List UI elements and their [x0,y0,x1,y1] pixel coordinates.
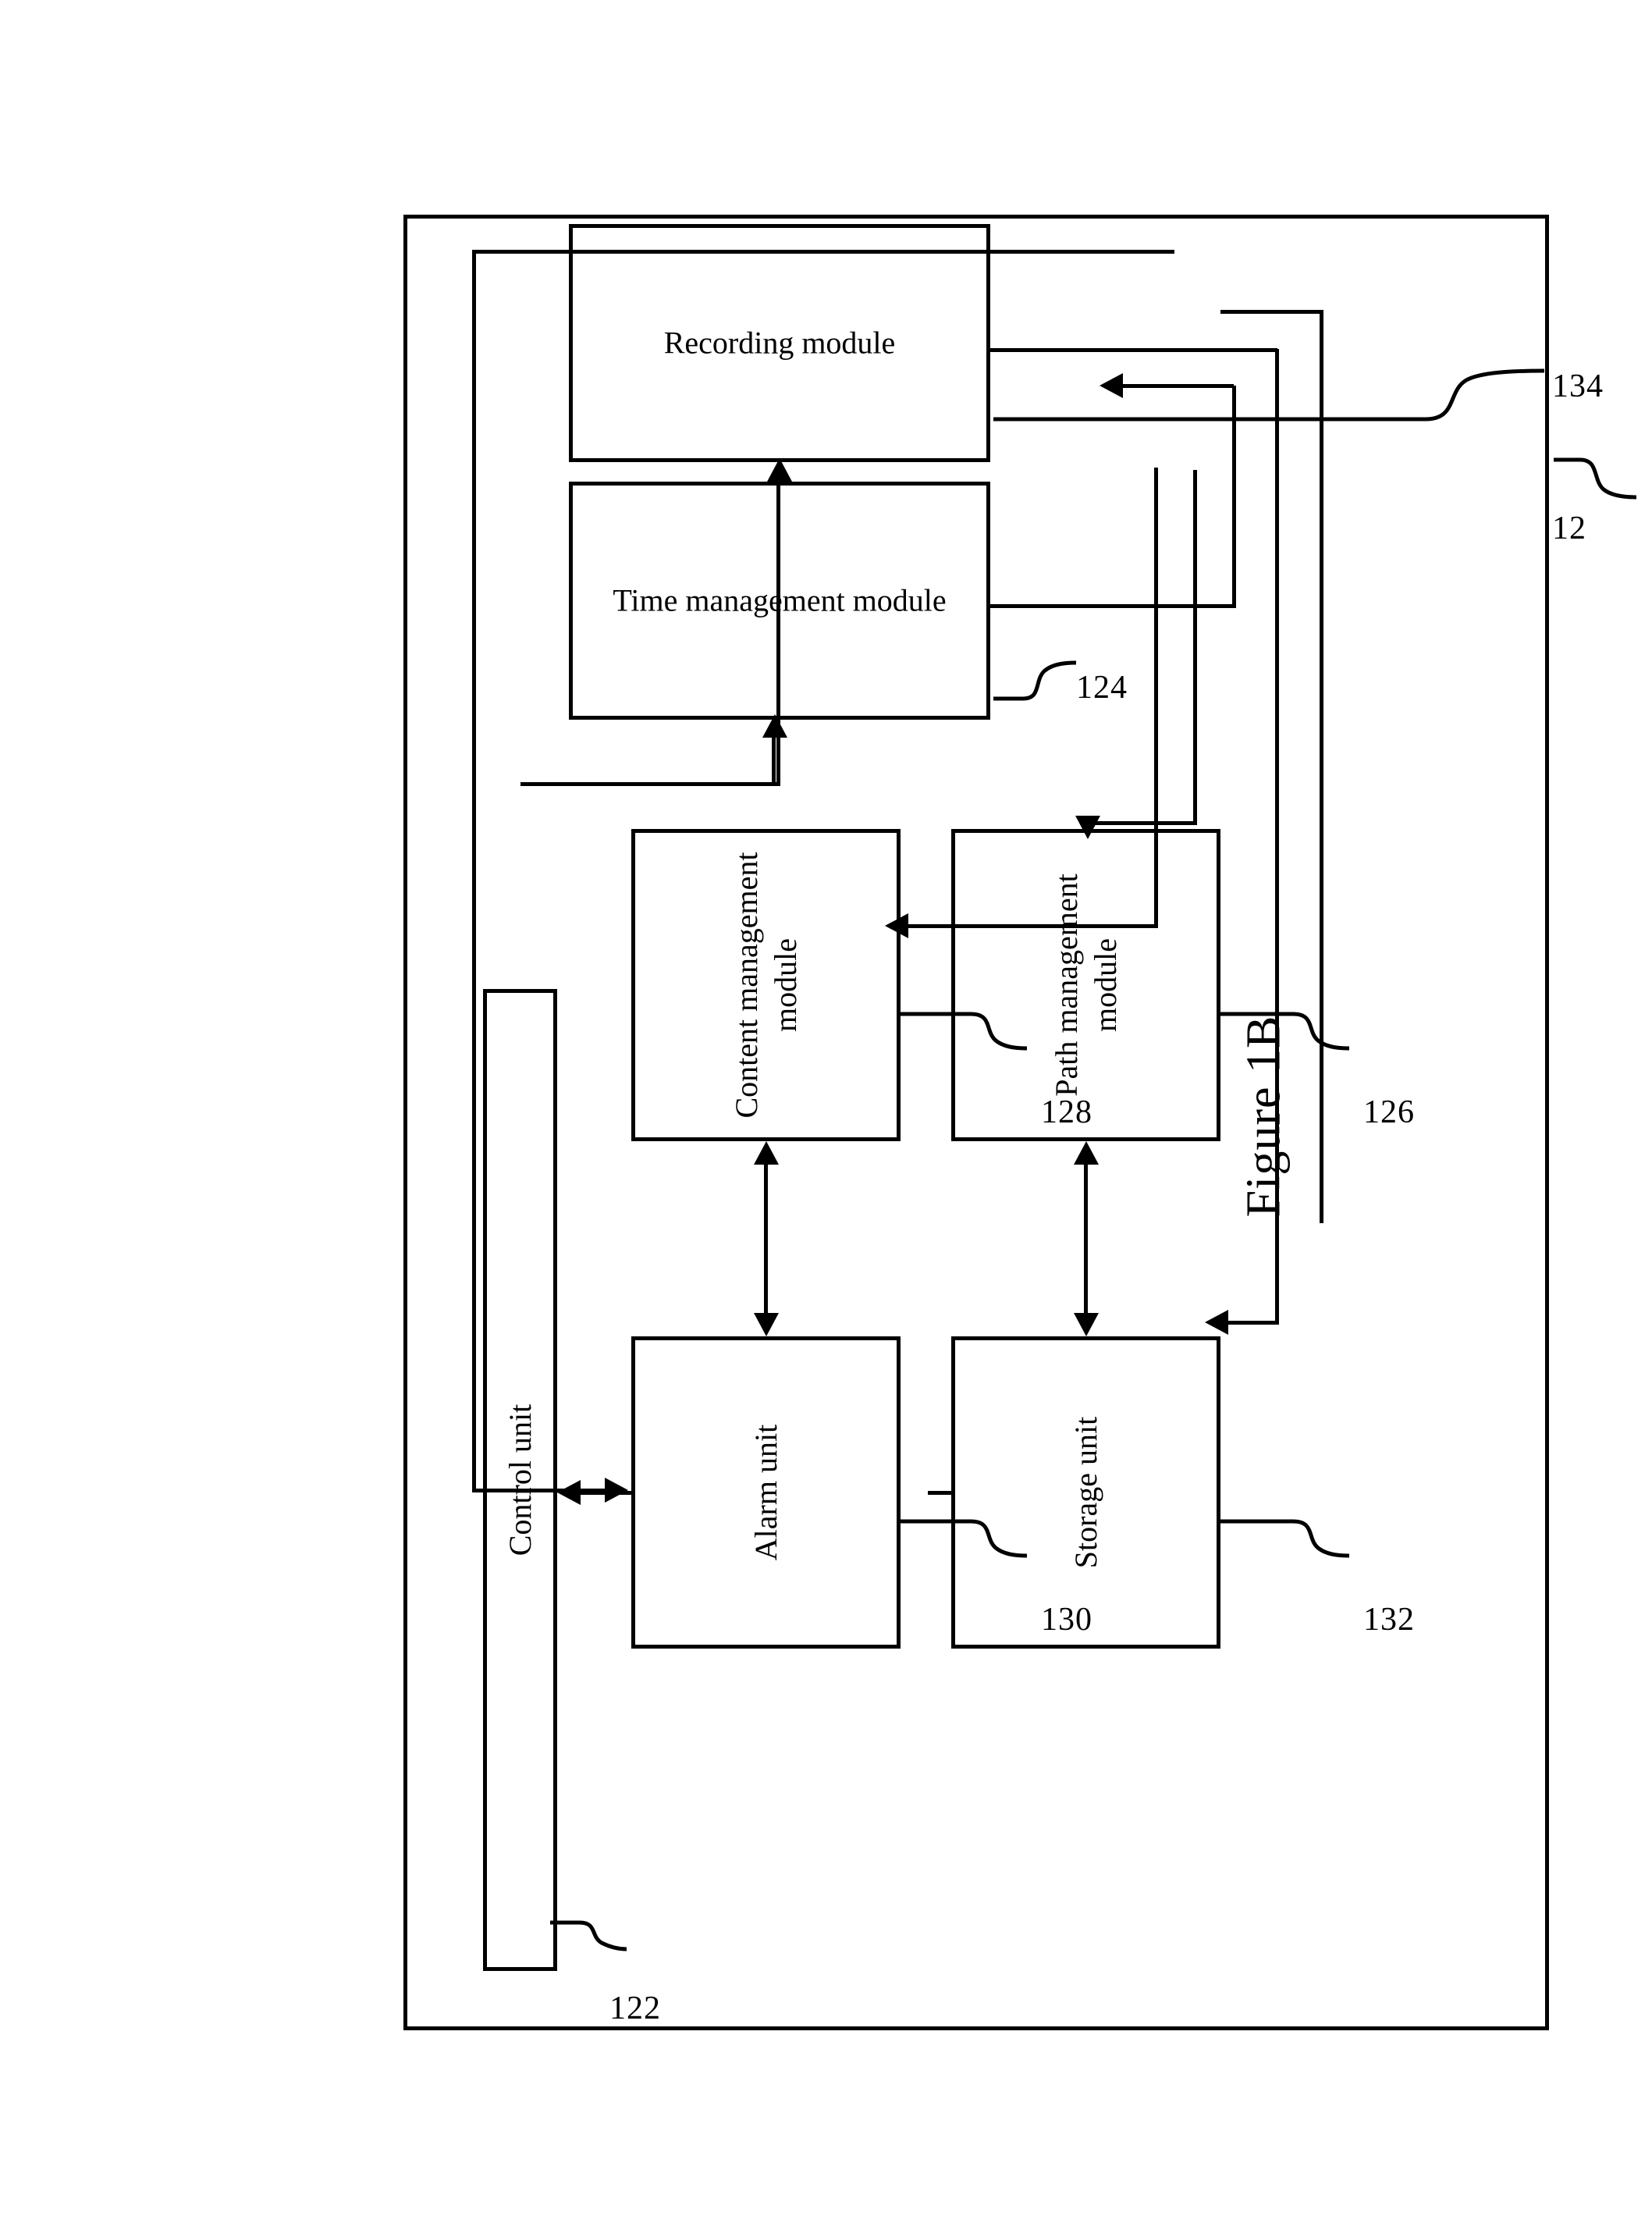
arrowhead-time-to-storage [1204,1309,1228,1335]
figure-page: Control unit Alarm unit Storage unit Con… [0,0,1652,2227]
connector-feedback-top-v-left [471,1488,605,1492]
block-recording-module[interactable]: Recording module [568,223,990,462]
arrowhead-control-to-time [762,713,787,738]
figure-caption: Figure 1B [1237,1015,1291,1218]
connector-recording-to-path-h [1192,469,1197,825]
leader-recording-module [993,368,1544,421]
block-alarm-unit[interactable]: Alarm unit [631,1336,901,1649]
connector-time-to-storage-v-left [1220,1320,1277,1325]
leader-time-management-module [993,660,1076,700]
block-storage-unit-label: Storage unit [1068,1416,1103,1568]
arrowhead-recording-to-path [1075,815,1100,839]
block-control-unit-label: Control unit [502,1403,537,1556]
block-path-management-module-label: Path management module [1048,873,1122,1097]
connector-recording-to-content-v [900,923,1158,928]
leader-control-unit [549,1920,627,1951]
refnum-recording-module: 134 [1551,368,1604,404]
leader-alarm-unit [897,1519,1027,1557]
block-control-unit[interactable]: Control unit [482,988,557,1971]
refnum-path-management-module: 126 [1362,1094,1415,1130]
arrowhead-storage-path-left [1073,1312,1099,1336]
refnum-content-management-module: 128 [1040,1094,1092,1130]
connector-feedback-top-v-right [471,249,1174,254]
block-content-management-module-label: Content management module [728,852,802,1119]
arrowhead-alarm-content-right [753,1140,779,1165]
connector-recording-to-path-v2 [1085,820,1195,825]
arrowhead-alarm-content-left [753,1312,779,1336]
refnum-alarm-unit: 130 [1040,1601,1092,1638]
refnum-time-management-module: 124 [1075,669,1128,706]
connector-control-to-recording-h [776,479,780,786]
connector-storage-path [1083,1156,1088,1321]
connector-control-to-time-h2 [771,735,776,786]
leader-storage-unit [1219,1519,1349,1557]
block-content-management-module[interactable]: Content management module [631,828,901,1141]
arrowhead-storage-path-right [1073,1140,1099,1165]
refnum-storage-unit: 132 [1362,1601,1415,1638]
arrowhead-feedback-into-alarm [604,1477,628,1503]
block-diagram: Control unit Alarm unit Storage unit Con… [335,146,1636,2082]
arrowhead-recording-to-content [884,913,908,938]
leader-content-management-module [897,1012,1027,1050]
block-recording-module-label: Recording module [663,324,895,360]
connector-storage-to-control-v [927,1490,953,1495]
connector-control-to-recording-v [520,781,780,786]
block-alarm-unit-label: Alarm unit [748,1424,783,1560]
connector-recording-to-content-h [1153,467,1158,928]
connector-feedback-top-h [471,249,476,1492]
leader-system [1553,457,1636,499]
connector-alarm-content [763,1156,768,1321]
arrowhead-control-to-recording [766,457,792,482]
